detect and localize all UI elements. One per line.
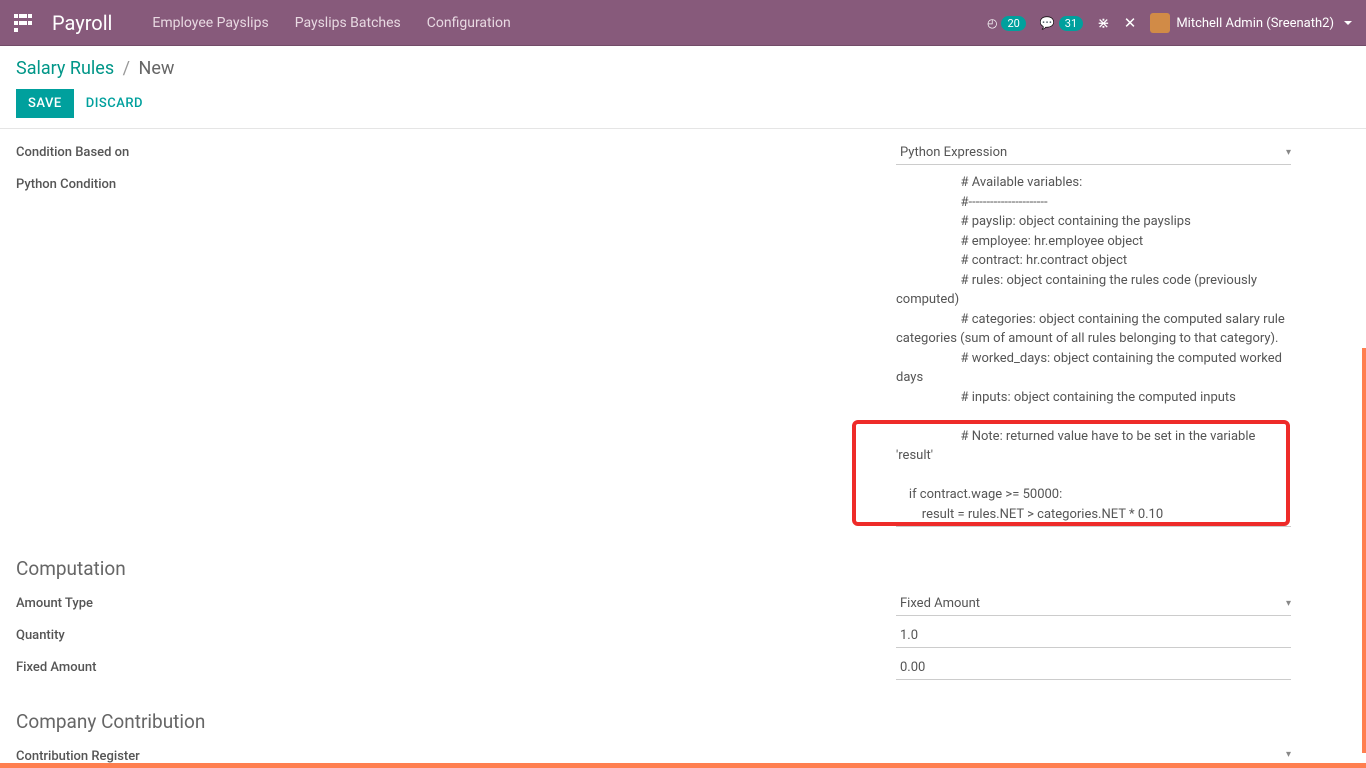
apps-icon[interactable] bbox=[14, 14, 32, 32]
section-computation: Computation bbox=[16, 557, 1350, 580]
field-quantity[interactable] bbox=[896, 624, 1291, 648]
label-amount-type: Amount Type bbox=[16, 592, 896, 611]
tools-icon[interactable]: ✕ bbox=[1124, 14, 1137, 32]
form-sheet: Condition Based on Python Expression ▾ P… bbox=[0, 129, 1366, 768]
field-condition-based-on[interactable]: Python Expression ▾ bbox=[896, 141, 1291, 165]
label-python-condition: Python Condition bbox=[16, 173, 896, 192]
avatar bbox=[1150, 13, 1170, 33]
field-contribution-register[interactable]: ▾ bbox=[896, 745, 1291, 765]
label-fixed-amount: Fixed Amount bbox=[16, 656, 896, 675]
chevron-down-icon: ▾ bbox=[1286, 749, 1291, 760]
messaging-button[interactable]: 💬 31 bbox=[1040, 16, 1083, 31]
field-fixed-amount[interactable] bbox=[896, 656, 1291, 680]
chevron-down-icon: ▾ bbox=[1286, 147, 1291, 158]
activities-badge: 20 bbox=[1001, 16, 1025, 31]
nav-employee-payslips[interactable]: Employee Payslips bbox=[152, 15, 268, 31]
discard-button[interactable]: DISCARD bbox=[86, 96, 143, 111]
decorative-bottom-strip bbox=[0, 763, 1366, 768]
breadcrumb-current: New bbox=[139, 58, 175, 79]
clock-icon: ◴ bbox=[987, 16, 997, 30]
user-name: Mitchell Admin (Sreenath2) bbox=[1176, 16, 1334, 31]
top-navbar: Payroll Employee Payslips Payslips Batch… bbox=[0, 0, 1366, 46]
decorative-side-strip bbox=[1362, 348, 1366, 753]
field-amount-type[interactable]: Fixed Amount ▾ bbox=[896, 592, 1291, 616]
user-menu[interactable]: Mitchell Admin (Sreenath2) bbox=[1150, 13, 1352, 33]
bug-icon[interactable]: ⋇ bbox=[1097, 14, 1110, 32]
chevron-down-icon: ▾ bbox=[1286, 598, 1291, 609]
save-button[interactable]: SAVE bbox=[16, 89, 74, 118]
nav-configuration[interactable]: Configuration bbox=[427, 15, 511, 31]
breadcrumb-separator: / bbox=[123, 58, 130, 79]
label-condition-based-on: Condition Based on bbox=[16, 141, 896, 160]
label-quantity: Quantity bbox=[16, 624, 896, 643]
amount-type-value: Fixed Amount bbox=[900, 596, 980, 611]
breadcrumb-parent[interactable]: Salary Rules bbox=[16, 58, 114, 79]
nav-payslips-batches[interactable]: Payslips Batches bbox=[295, 15, 401, 31]
control-panel: Salary Rules / New SAVE DISCARD bbox=[0, 46, 1366, 129]
chevron-down-icon bbox=[1344, 21, 1352, 25]
form-scroll[interactable]: Condition Based on Python Expression ▾ P… bbox=[0, 129, 1366, 768]
chat-icon: 💬 bbox=[1040, 16, 1055, 30]
condition-based-on-value: Python Expression bbox=[900, 145, 1007, 160]
field-python-condition[interactable]: # Available variables: #----------------… bbox=[896, 173, 1291, 527]
breadcrumb: Salary Rules / New bbox=[16, 58, 1350, 79]
messaging-badge: 31 bbox=[1059, 16, 1083, 31]
label-contribution-register: Contribution Register bbox=[16, 745, 896, 764]
section-company-contribution: Company Contribution bbox=[16, 710, 1350, 733]
activities-button[interactable]: ◴ 20 bbox=[987, 16, 1026, 31]
app-brand[interactable]: Payroll bbox=[52, 11, 112, 35]
